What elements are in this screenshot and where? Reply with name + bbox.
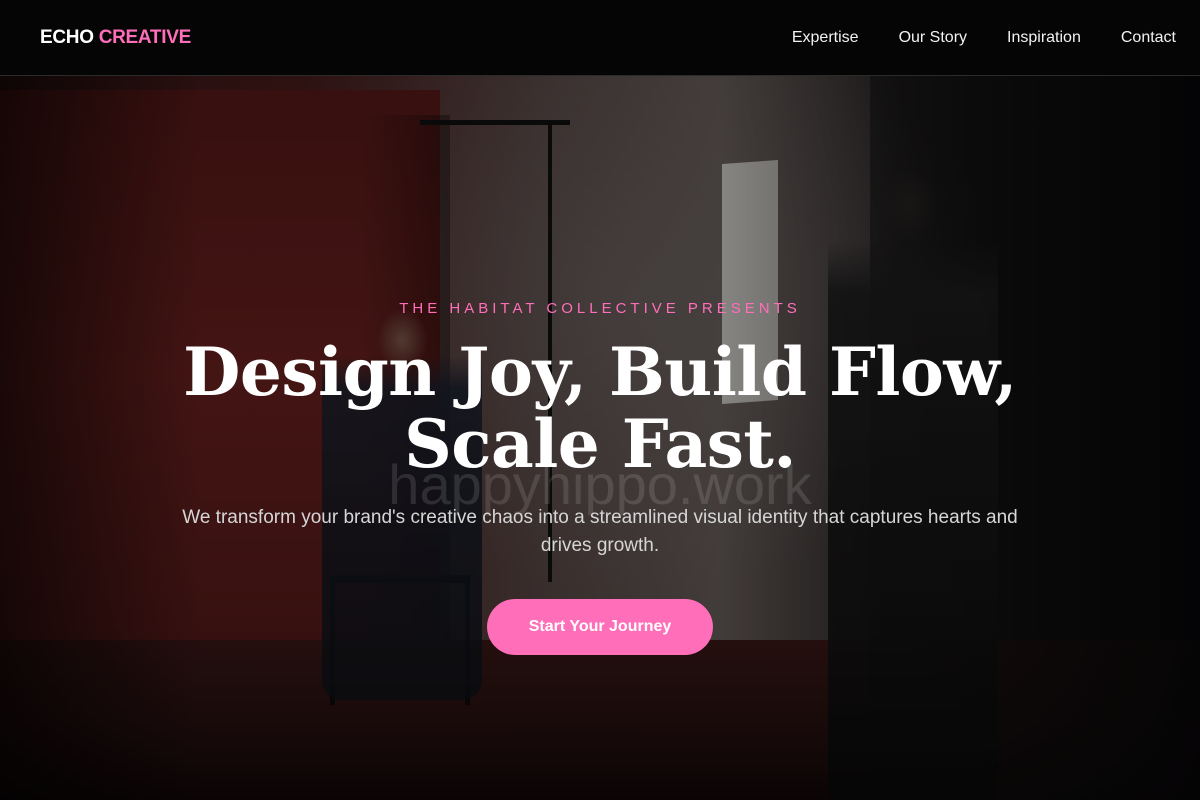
logo-primary-text: ECHO — [40, 26, 94, 48]
brand-logo[interactable]: ECHO CREATIVE — [40, 27, 191, 49]
hero-eyebrow: THE HABITAT COLLECTIVE PRESENTS — [399, 300, 801, 317]
logo-accent-text: CREATIVE — [98, 26, 192, 48]
headline-line-1: Design Joy, Build Flow, — [183, 333, 1017, 411]
nav-link-expertise[interactable]: Expertise — [792, 29, 859, 47]
headline-line-2: Scale Fast. — [404, 405, 796, 483]
nav-links: Expertise Our Story Inspiration Contact — [792, 29, 1176, 47]
start-journey-button[interactable]: Start Your Journey — [487, 599, 713, 655]
nav-link-contact[interactable]: Contact — [1121, 29, 1176, 47]
hero-section: happyhippo.work THE HABITAT COLLECTIVE P… — [0, 0, 1200, 800]
hero-content: happyhippo.work THE HABITAT COLLECTIVE P… — [0, 0, 1200, 800]
nav-link-our-story[interactable]: Our Story — [899, 29, 967, 47]
hero-subtitle: We transform your brand's creative chaos… — [182, 507, 1018, 556]
top-navbar: ECHO CREATIVE Expertise Our Story Inspir… — [0, 0, 1200, 76]
nav-link-inspiration[interactable]: Inspiration — [1007, 29, 1081, 47]
hero-headline: Design Joy, Build Flow, Scale Fast. — [150, 336, 1050, 480]
